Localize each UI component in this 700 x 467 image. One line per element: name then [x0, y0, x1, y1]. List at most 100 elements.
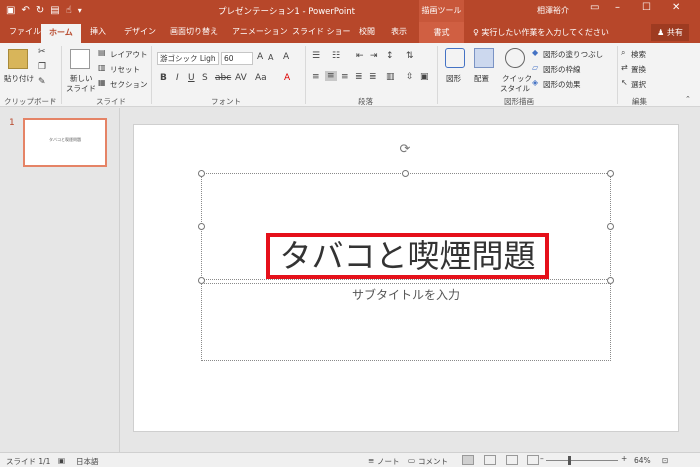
format-painter-icon[interactable]: ✎: [38, 77, 46, 87]
normal-view-icon[interactable]: [462, 455, 474, 465]
new-slide-icon[interactable]: [70, 49, 90, 69]
align-center-icon[interactable]: ≡: [325, 71, 337, 81]
justify-icon[interactable]: ≣: [355, 72, 363, 82]
notes-button[interactable]: ノート: [377, 456, 400, 467]
tab-format[interactable]: 書式: [419, 22, 464, 43]
ribbon-display-icon[interactable]: ▭: [590, 2, 599, 13]
resize-handle[interactable]: [607, 223, 614, 230]
cut-icon[interactable]: ✂: [38, 47, 46, 57]
change-case-icon[interactable]: Aa: [255, 73, 267, 83]
tab-animations[interactable]: アニメーション: [232, 26, 288, 37]
zoom-level[interactable]: 64%: [634, 456, 651, 465]
select-button[interactable]: 選択: [631, 79, 646, 90]
undo-icon[interactable]: ↶: [21, 4, 29, 18]
highlighted-title[interactable]: タバコと喫煙問題: [266, 233, 549, 279]
clipboard-launcher-icon[interactable]: ⌞: [52, 95, 55, 102]
distribute-icon[interactable]: ≣: [369, 72, 377, 82]
slide-thumbnail[interactable]: タバコと喫煙問題: [23, 118, 107, 167]
font-size-select[interactable]: 60: [221, 52, 253, 65]
shadow-icon[interactable]: S: [202, 73, 208, 83]
tab-slideshow[interactable]: スライド ショー: [292, 26, 351, 37]
close-icon[interactable]: ✕: [672, 2, 680, 13]
zoom-in-icon[interactable]: +: [621, 454, 627, 463]
resize-handle[interactable]: [402, 170, 409, 177]
spell-check-icon[interactable]: ▣: [58, 456, 65, 465]
shape-outline-button[interactable]: 図形の枠線: [543, 64, 581, 75]
arrange-icon[interactable]: [474, 48, 494, 68]
shape-effects-button[interactable]: 図形の効果: [543, 79, 581, 90]
line-spacing-icon[interactable]: ↕: [386, 51, 394, 61]
subtitle-placeholder[interactable]: サブタイトルを入力: [201, 283, 611, 361]
slideshow-view-icon[interactable]: [527, 455, 539, 465]
shapes-button[interactable]: 図形: [446, 73, 461, 84]
increase-indent-icon[interactable]: ⇥: [370, 51, 378, 61]
copy-icon[interactable]: ❐: [38, 62, 46, 72]
redo-icon[interactable]: ↻: [36, 4, 44, 18]
zoom-out-icon[interactable]: –: [540, 454, 544, 463]
shape-fill-button[interactable]: 図形の塗りつぶし: [543, 49, 603, 60]
save-icon[interactable]: ▣: [6, 4, 15, 18]
strikethrough-icon[interactable]: abc: [215, 73, 231, 83]
bullets-icon[interactable]: ☰: [312, 51, 320, 61]
fit-to-window-icon[interactable]: ⊡: [662, 456, 668, 465]
user-name[interactable]: 相澤裕介: [537, 5, 569, 16]
slide-sorter-icon[interactable]: [484, 455, 496, 465]
font-name-select[interactable]: 游ゴシック Ligh: [157, 52, 219, 65]
new-slide-line2[interactable]: スライド: [66, 83, 96, 94]
columns-icon[interactable]: ▥: [386, 72, 395, 82]
language-indicator[interactable]: 日本語: [76, 456, 99, 467]
bold-icon[interactable]: B: [160, 73, 167, 83]
shapes-icon[interactable]: [445, 48, 465, 68]
maximize-icon[interactable]: ☐: [642, 2, 651, 13]
decrease-font-icon[interactable]: A: [268, 53, 273, 62]
increase-font-icon[interactable]: A: [257, 52, 263, 62]
arrange-button[interactable]: 配置: [474, 73, 489, 84]
share-button[interactable]: ♟ 共有: [651, 24, 689, 41]
tell-me-box[interactable]: ♀ 実行したい作業を入力してください: [473, 27, 609, 38]
zoom-slider-thumb[interactable]: [568, 456, 572, 465]
replace-button[interactable]: 置換: [631, 64, 646, 75]
slide-title[interactable]: タバコと喫煙問題: [270, 237, 545, 275]
paste-icon[interactable]: [8, 49, 28, 69]
touch-mode-icon[interactable]: ☝: [66, 4, 72, 18]
underline-icon[interactable]: U: [188, 73, 195, 83]
customize-icon[interactable]: ▾: [78, 4, 82, 18]
quick-styles-line2[interactable]: スタイル: [500, 83, 530, 94]
reset-button[interactable]: リセット: [110, 64, 140, 75]
font-color-icon[interactable]: A: [284, 73, 290, 83]
section-icon: ▦: [98, 78, 106, 87]
quick-styles-icon[interactable]: [505, 48, 525, 68]
minimize-icon[interactable]: –: [615, 2, 620, 13]
layout-button[interactable]: レイアウト: [110, 49, 148, 60]
reading-view-icon[interactable]: [506, 455, 518, 465]
paste-button[interactable]: 貼り付け: [4, 73, 34, 84]
zoom-slider[interactable]: [546, 460, 618, 461]
rotate-handle-icon[interactable]: ⟳: [398, 143, 412, 157]
collapse-ribbon-icon[interactable]: ⌃: [685, 95, 691, 103]
resize-handle[interactable]: [607, 170, 614, 177]
clear-format-icon[interactable]: A: [283, 52, 289, 62]
start-from-beginning-icon[interactable]: ▤: [50, 4, 59, 18]
tab-insert[interactable]: 挿入: [90, 26, 106, 37]
italic-icon[interactable]: I: [176, 73, 179, 83]
decrease-indent-icon[interactable]: ⇤: [356, 51, 364, 61]
section-button[interactable]: セクション: [110, 79, 148, 90]
smartart-icon[interactable]: ▣: [420, 72, 429, 82]
numbering-icon[interactable]: ☷: [332, 51, 340, 61]
char-spacing-icon[interactable]: AV: [235, 73, 247, 83]
resize-handle[interactable]: [198, 223, 205, 230]
find-button[interactable]: 検索: [631, 49, 646, 60]
tab-transitions[interactable]: 画面切り替え: [170, 26, 218, 37]
align-right-icon[interactable]: ≡: [341, 72, 349, 82]
tab-design[interactable]: デザイン: [124, 26, 156, 37]
tab-home[interactable]: ホーム: [41, 24, 81, 43]
tab-review[interactable]: 校閲: [359, 26, 375, 37]
text-direction-icon[interactable]: ⇅: [406, 51, 414, 61]
resize-handle[interactable]: [198, 170, 205, 177]
divider: [305, 46, 306, 104]
align-left-icon[interactable]: ≡: [312, 72, 320, 82]
tab-view[interactable]: 表示: [391, 26, 407, 37]
align-text-icon[interactable]: ⇳: [406, 72, 414, 82]
tab-file[interactable]: ファイル: [9, 26, 41, 37]
comments-button[interactable]: コメント: [418, 456, 448, 467]
